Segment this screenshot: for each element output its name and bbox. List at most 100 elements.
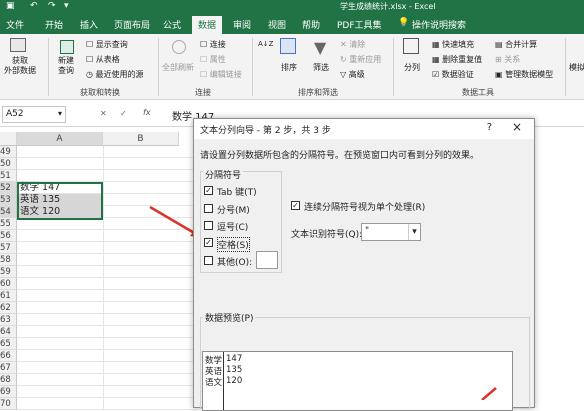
clear-filter-button[interactable]: ✕ 清除 (340, 39, 365, 50)
undo-icon[interactable]: ↶ (30, 1, 38, 11)
show-query-button[interactable]: ☐ 显示查询 (86, 39, 128, 50)
cell-a[interactable] (18, 278, 102, 290)
row-header[interactable]: 66 (0, 350, 17, 362)
help-icon[interactable]: ? (487, 122, 492, 133)
cell-a[interactable] (18, 290, 102, 302)
cell-a[interactable] (18, 218, 102, 230)
row-header[interactable]: 64 (0, 326, 17, 338)
connections-button[interactable]: ☐ 连接 (200, 39, 226, 50)
remove-duplicates-button[interactable]: ▦ 删除重复值 (432, 54, 482, 65)
tab-file[interactable]: 文件 (6, 18, 24, 31)
consecutive-label[interactable]: 连续分隔符号视为单个处理(R) (304, 200, 425, 213)
tab-label[interactable]: Tab 键(T) (217, 185, 257, 198)
row-header[interactable]: 52 (0, 182, 17, 194)
row-header[interactable]: 63 (0, 314, 17, 326)
tab-checkbox[interactable]: ✓ (204, 186, 213, 195)
from-table-button[interactable]: ☐ 从表格 (86, 54, 120, 65)
tab-pdf-tools[interactable]: PDF工具集 (337, 18, 382, 31)
cell-a[interactable] (18, 338, 102, 350)
flash-fill-button[interactable]: ▦ 快速填充 (432, 39, 474, 50)
tab-data[interactable]: 数据 (192, 16, 223, 34)
close-icon[interactable]: × (512, 120, 522, 134)
manage-data-model-button[interactable]: ▣ 管理数据模型 (495, 69, 553, 80)
advanced-filter-button[interactable]: ▽ 高级 (340, 69, 365, 80)
row-header[interactable]: 54 (0, 206, 17, 218)
redo-icon[interactable]: ↷ (48, 1, 56, 11)
row-header[interactable]: 53 (0, 194, 17, 206)
row-header[interactable]: 59 (0, 266, 17, 278)
row-header[interactable]: 55 (0, 218, 17, 230)
tab-formulas[interactable]: 公式 (163, 18, 181, 31)
data-preview[interactable]: 数学 147 英语 135 语文 120 (202, 351, 513, 411)
properties-button[interactable]: ☐ 属性 (200, 54, 226, 65)
save-icon[interactable]: ▣ (6, 1, 15, 11)
row-header[interactable]: 58 (0, 254, 17, 266)
cell-a[interactable] (18, 326, 102, 338)
quick-access-dropdown-icon[interactable]: ▾ (64, 1, 69, 11)
cell-a[interactable] (18, 314, 102, 326)
row-header[interactable]: 57 (0, 242, 17, 254)
cell-a[interactable] (18, 302, 102, 314)
refresh-all-button[interactable]: 全部刷新 (162, 62, 194, 73)
tab-home[interactable]: 开始 (45, 18, 63, 31)
cell-a[interactable]: 英语 135 (18, 194, 102, 206)
cell-a[interactable]: 数学 147 (18, 182, 102, 194)
edit-links-button[interactable]: ☐ 编辑链接 (200, 69, 242, 80)
cell-a[interactable] (18, 374, 102, 386)
cell-a[interactable] (18, 254, 102, 266)
reapply-button[interactable]: ↻ 重新应用 (340, 54, 381, 65)
cell-a[interactable] (18, 350, 102, 362)
space-label[interactable]: 空格(S) (217, 237, 250, 252)
semicolon-checkbox[interactable] (204, 204, 213, 213)
cell-a[interactable]: 语文 120 (18, 206, 102, 218)
column-header-b[interactable]: B (103, 132, 179, 146)
new-query-button[interactable]: 新建 查询 (58, 56, 74, 76)
row-header[interactable]: 51 (0, 170, 17, 182)
sort-ascending-icon[interactable]: A↓Z (258, 40, 273, 48)
row-header[interactable]: 61 (0, 290, 17, 302)
cell-a[interactable] (18, 170, 102, 182)
insert-function-icon[interactable]: fx (143, 108, 151, 117)
tab-review[interactable]: 审阅 (233, 18, 251, 31)
data-validation-button[interactable]: ☑ 数据验证 (432, 69, 474, 80)
column-header-a[interactable]: A (17, 132, 103, 146)
cell-a[interactable] (18, 266, 102, 278)
row-header[interactable]: 67 (0, 362, 17, 374)
cancel-icon[interactable]: ✕ (100, 109, 107, 118)
other-input[interactable] (256, 251, 278, 269)
row-header[interactable]: 49 (0, 146, 17, 158)
cell-a[interactable] (18, 386, 102, 398)
row-header[interactable]: 65 (0, 338, 17, 350)
tell-me-search[interactable]: 操作说明搜索 (412, 18, 466, 31)
space-checkbox[interactable]: ✓ (204, 238, 213, 247)
text-to-columns-button[interactable]: 分列 (404, 62, 420, 73)
enter-icon[interactable]: ✓ (120, 109, 127, 118)
cell-a[interactable] (18, 146, 102, 158)
row-header[interactable]: 56 (0, 230, 17, 242)
row-header[interactable]: 60 (0, 278, 17, 290)
consolidate-button[interactable]: ▤ 合并计算 (495, 39, 537, 50)
cell-a[interactable] (18, 362, 102, 374)
tab-view[interactable]: 视图 (268, 18, 286, 31)
tab-page-layout[interactable]: 页面布局 (114, 18, 150, 31)
row-header[interactable]: 62 (0, 302, 17, 314)
sort-button[interactable]: 排序 (281, 62, 297, 73)
name-box[interactable]: A52 (2, 106, 66, 123)
relationships-button[interactable]: ⊞ 关系 (495, 54, 520, 65)
row-header[interactable]: 50 (0, 158, 17, 170)
row-header[interactable]: 68 (0, 374, 17, 386)
recent-sources-button[interactable]: ◷ 最近使用的源 (86, 69, 144, 80)
row-header[interactable]: 69 (0, 386, 17, 398)
cell-a[interactable] (18, 230, 102, 242)
name-box-dropdown-icon[interactable]: ▾ (58, 109, 62, 118)
other-checkbox[interactable] (204, 256, 213, 265)
cell-a[interactable] (18, 158, 102, 170)
tab-help[interactable]: 帮助 (302, 18, 320, 31)
filter-button[interactable]: 筛选 (313, 62, 329, 73)
semicolon-label[interactable]: 分号(M) (217, 203, 250, 216)
cell-a[interactable] (18, 242, 102, 254)
other-label[interactable]: 其他(O): (217, 255, 252, 268)
select-all-corner[interactable] (0, 132, 17, 146)
qualifier-select[interactable]: " ▾ (361, 223, 421, 241)
consecutive-checkbox[interactable]: ✓ (291, 201, 300, 210)
